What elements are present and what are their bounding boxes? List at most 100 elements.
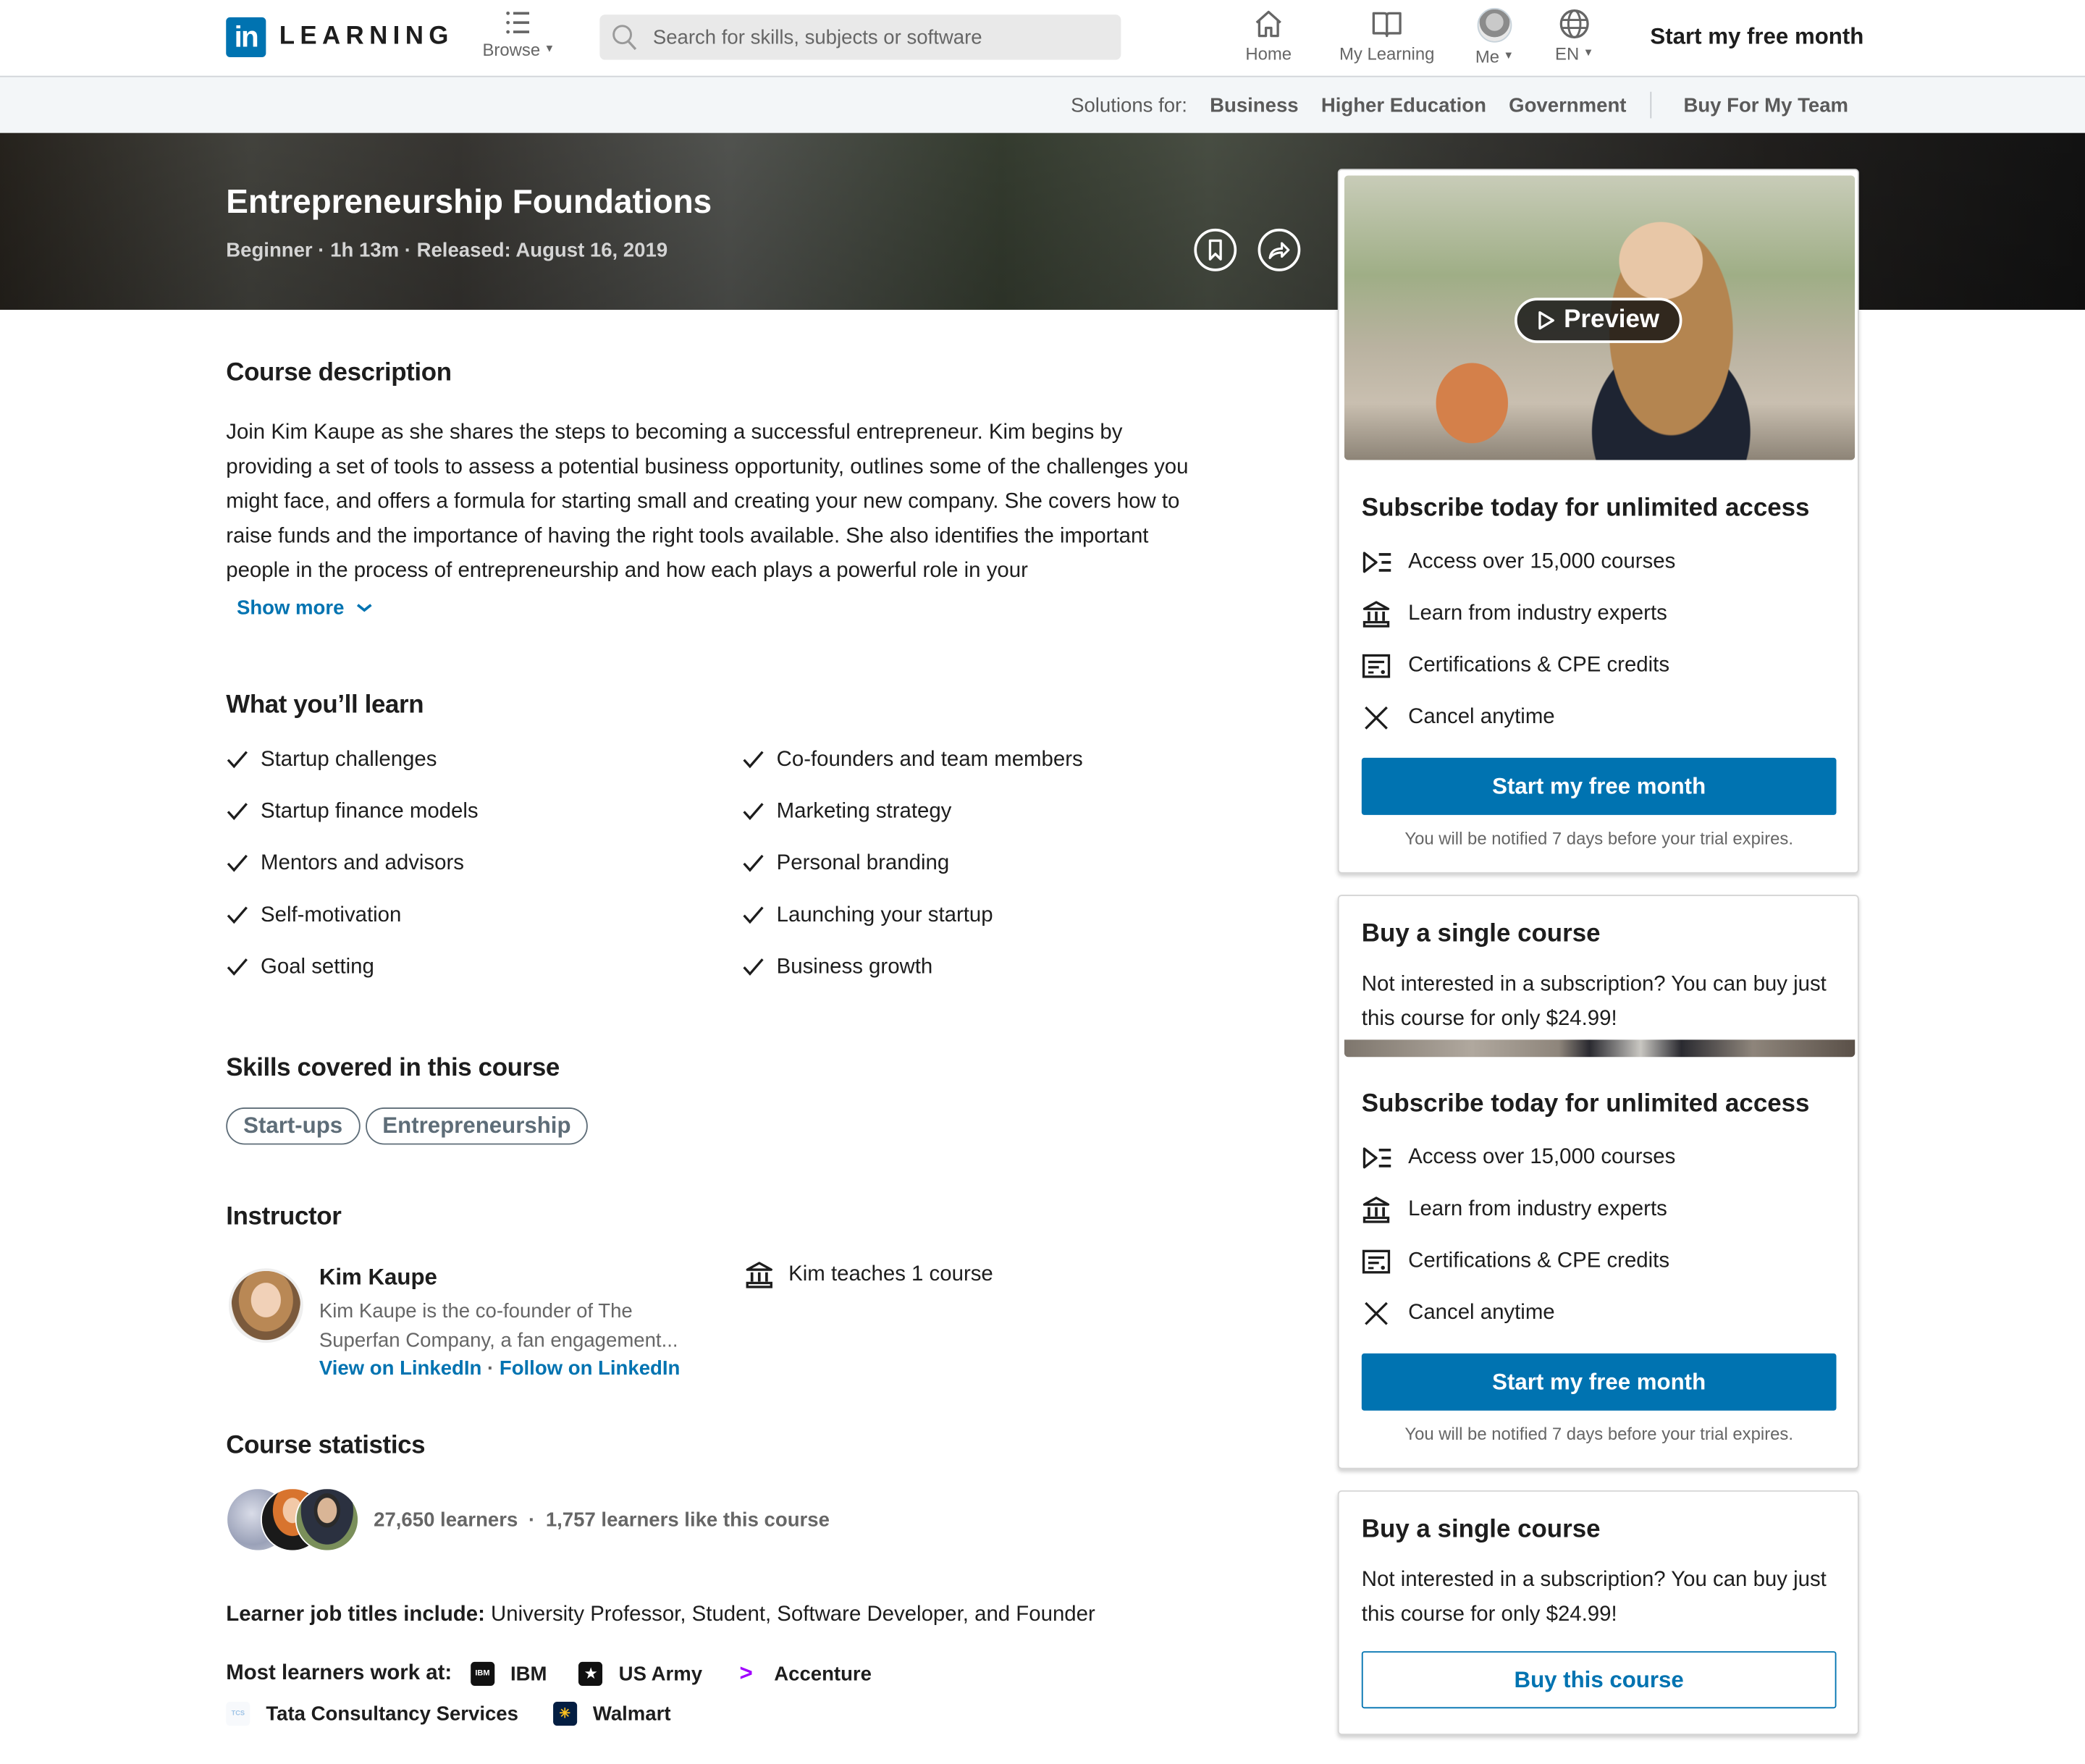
learning-objective-label: Marketing strategy — [776, 799, 952, 823]
share-course-button[interactable] — [1258, 228, 1301, 271]
company-name: Accenture — [774, 1662, 872, 1686]
solutions-business-link[interactable]: Business — [1210, 93, 1299, 116]
caret-down-icon: ▼ — [1583, 46, 1594, 59]
save-course-button[interactable] — [1194, 228, 1237, 271]
start-free-month-button[interactable]: Start my free month — [1361, 757, 1837, 815]
search-box — [599, 14, 1121, 60]
linkedin-learning-logo[interactable]: in LEARNING — [226, 17, 454, 57]
subscribe-title: Subscribe today for unlimited access — [1361, 1090, 1810, 1118]
company-item: ✳ Walmart — [552, 1699, 671, 1728]
course-title: Entrepreneurship Foundations — [226, 183, 712, 221]
learning-objectives-list: Startup challenges Co-founders and team m… — [226, 746, 1210, 981]
buy-this-course-button[interactable]: Buy this course — [1361, 1651, 1837, 1709]
learner-job-titles: Learner job titles include: University P… — [226, 1603, 1095, 1627]
globe-icon — [1559, 9, 1589, 39]
subscribe-section: Subscribe today for unlimited access Acce… — [1361, 1090, 1837, 1444]
instructor-heading: Instructor — [226, 1203, 342, 1231]
company-logo-icon: TCS — [226, 1702, 250, 1726]
course-description-text: Join Kim Kaupe as she shares the steps t… — [226, 421, 1189, 583]
nav-language[interactable]: EN ▼ — [1551, 8, 1598, 64]
courses-icon — [1362, 1145, 1397, 1169]
buy-single-section: Buy a single course Not interested in a … — [1362, 920, 1837, 1037]
checkmark-icon — [743, 906, 764, 924]
solutions-higher-education-link[interactable]: Higher Education — [1321, 93, 1486, 116]
nav-my-learning[interactable]: My Learning — [1335, 8, 1439, 64]
checkmark-icon — [227, 803, 248, 821]
subscription-feature: Learn from industry experts — [1362, 599, 1837, 628]
solutions-label: Solutions for: — [1071, 93, 1187, 117]
subscription-feature: Cancel anytime — [1362, 704, 1837, 732]
company-item: IBM IBM — [470, 1659, 547, 1688]
preview-image-strip — [1344, 1039, 1856, 1058]
subscribe-title: Subscribe today for unlimited access — [1361, 494, 1810, 523]
buy-single-section: Buy a single course Not interested in a … — [1361, 1515, 1837, 1709]
show-more-button[interactable]: Show more — [237, 597, 374, 620]
learning-objective: Self-motivation — [226, 901, 742, 929]
subscription-feature-label: Cancel anytime — [1408, 705, 1555, 728]
start-free-month-button[interactable]: Start my free month — [1361, 1353, 1837, 1411]
browse-label: Browse — [482, 40, 541, 60]
learning-objective: Marketing strategy — [742, 798, 1210, 826]
search-icon — [612, 25, 637, 51]
learner-count: 27,650 learners — [374, 1508, 518, 1531]
subscription-feature-label: Access over 15,000 courses — [1408, 1145, 1676, 1168]
instructor-avatar[interactable] — [228, 1268, 303, 1343]
buy-for-my-team-link[interactable]: Buy For My Team — [1683, 93, 1848, 116]
nav-home[interactable]: Home — [1239, 8, 1298, 64]
skills-heading: Skills covered in this course — [226, 1054, 560, 1083]
buy-single-title: Buy a single course — [1361, 1515, 1601, 1544]
checkmark-icon — [227, 751, 248, 769]
learning-objective-label: Business growth — [776, 955, 933, 978]
learning-objective-label: Goal setting — [260, 955, 374, 978]
company-name: Tata Consultancy Services — [266, 1702, 518, 1726]
skill-pill[interactable]: Start-ups — [226, 1107, 361, 1145]
subscription-feature: Certifications & CPE credits — [1362, 1247, 1837, 1275]
buy-single-title: Buy a single course — [1361, 920, 1601, 948]
instructor-name[interactable]: Kim Kaupe — [319, 1265, 437, 1291]
learning-objective-label: Personal branding — [776, 851, 950, 874]
search-input[interactable] — [650, 24, 1108, 50]
subscription-feature: Access over 15,000 courses — [1362, 548, 1837, 576]
preview-button[interactable]: Preview — [1515, 297, 1682, 343]
nav-my-learning-label: My Learning — [1339, 43, 1435, 64]
solutions-bar: Solutions for: Business Higher Education… — [0, 77, 2085, 133]
view-on-linkedin-link[interactable]: View on LinkedIn — [319, 1357, 482, 1380]
subscription-feature-label: Certifications & CPE credits — [1408, 653, 1670, 676]
courses-icon — [1362, 549, 1397, 573]
subscription-feature-label: Certifications & CPE credits — [1408, 1249, 1670, 1272]
learning-objective-label: Self-motivation — [260, 903, 402, 927]
start-free-month-link[interactable]: Start my free month — [1650, 24, 1863, 51]
play-icon — [1538, 311, 1555, 330]
subscription-feature: Cancel anytime — [1362, 1299, 1837, 1327]
company-logo-icon: ★ — [578, 1661, 603, 1686]
nav-home-label: Home — [1245, 43, 1292, 64]
skill-pill[interactable]: Entrepreneurship — [365, 1107, 589, 1145]
subscription-feature: Certifications & CPE credits — [1362, 651, 1837, 680]
course-meta: Beginner · 1h 13m · Released: August 16,… — [226, 239, 668, 262]
solutions-government-link[interactable]: Government — [1509, 93, 1626, 116]
institution-icon — [1362, 599, 1397, 628]
course-preview-image[interactable]: Preview — [1344, 175, 1856, 460]
learner-companies: Most learners work at: IBM IBM ★ US Army > Ac… — [226, 1659, 1210, 1729]
learner-avatars — [226, 1487, 361, 1552]
subscription-feature-label: Access over 15,000 courses — [1408, 549, 1676, 573]
show-more-label: Show more — [236, 596, 345, 620]
company-item: > Accenture — [734, 1659, 872, 1688]
follow-on-linkedin-link[interactable]: Follow on LinkedIn — [500, 1357, 680, 1380]
logo-text: LEARNING — [279, 22, 454, 51]
institution-icon — [1362, 1194, 1397, 1223]
learning-objective: Goal setting — [226, 953, 742, 982]
buy-single-text: Not interested in a subscription? You ca… — [1361, 1569, 1827, 1626]
browse-menu[interactable]: Browse ▼ — [479, 8, 558, 60]
close-icon — [1362, 1299, 1397, 1328]
nav-me[interactable]: Me ▼ — [1470, 8, 1518, 67]
subscription-feature: Learn from industry experts — [1362, 1195, 1837, 1223]
company-item: TCS Tata Consultancy Services — [226, 1699, 518, 1728]
share-icon — [1268, 242, 1290, 259]
trial-notice: You will be notified 7 days before your … — [1404, 1424, 1794, 1444]
learning-objective: Business growth — [742, 953, 1210, 982]
list-icon — [506, 11, 530, 34]
book-icon — [1372, 12, 1402, 38]
buy-subscribe-card: Buy a single course Not interested in a … — [1337, 895, 1859, 1469]
company-logo-icon: > — [739, 1660, 753, 1686]
